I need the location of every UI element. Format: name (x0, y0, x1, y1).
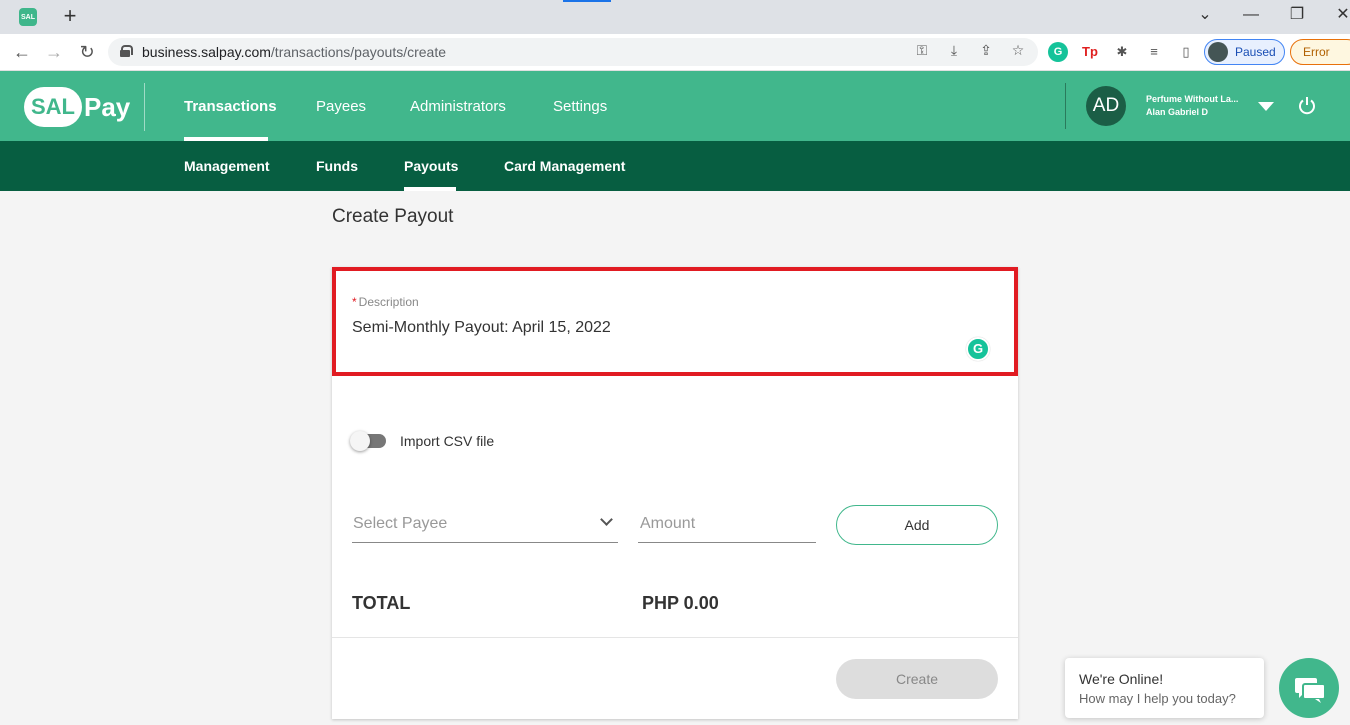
profile-button[interactable]: Paused (1204, 39, 1285, 65)
tab-search-icon[interactable]: ⌄ (1195, 6, 1215, 24)
header-divider-right (1065, 83, 1066, 129)
chat-greeting[interactable]: We're Online! How may I help you today? (1065, 658, 1264, 718)
close-window-button[interactable]: ✕ (1333, 6, 1350, 24)
lock-icon[interactable] (120, 45, 133, 57)
minimize-button[interactable]: — (1241, 6, 1261, 24)
share-icon[interactable]: ⇪ (976, 42, 996, 59)
payout-form-card: * Description Semi-Monthly Payout: April … (332, 267, 1018, 719)
profile-avatar (1208, 42, 1228, 62)
payee-select[interactable]: Select Payee (352, 503, 618, 543)
chat-launcher-button[interactable] (1279, 658, 1339, 718)
subnav-funds[interactable]: Funds (316, 158, 358, 174)
reload-icon[interactable]: ↻ (76, 42, 98, 62)
subnav-payouts[interactable]: Payouts (404, 158, 458, 174)
sidepanel-icon[interactable]: ▯ (1176, 42, 1196, 62)
media-icon[interactable]: ≡ (1144, 42, 1164, 62)
tab-loading-indicator (563, 0, 611, 2)
create-button[interactable]: Create (836, 659, 998, 699)
nav-settings[interactable]: Settings (553, 98, 607, 115)
description-label: * Description (352, 295, 419, 309)
new-tab-button[interactable]: + (60, 4, 80, 28)
key-icon[interactable]: ⚿ (912, 42, 932, 59)
grammarly-icon[interactable]: G (1048, 42, 1068, 62)
toggle-knob[interactable] (350, 431, 370, 451)
header-divider (144, 83, 145, 131)
nav-transactions[interactable]: Transactions (184, 98, 277, 115)
caret-down-icon[interactable] (1258, 102, 1274, 111)
extensions-icon[interactable]: ✱ (1112, 42, 1132, 62)
nav-administrators[interactable]: Administrators (410, 98, 506, 115)
address-bar[interactable]: business.salpay.com/transactions/payouts… (108, 38, 1038, 66)
add-button[interactable]: Add (836, 505, 998, 545)
chat-icon (1295, 678, 1326, 703)
description-input[interactable]: Semi-Monthly Payout: April 15, 2022 (352, 319, 611, 337)
chat-subtitle: How may I help you today? (1079, 691, 1236, 706)
subnav-active-indicator (404, 187, 456, 191)
account-business-name[interactable]: Perfume Without La... (1146, 94, 1238, 104)
star-icon[interactable]: ☆ (1008, 42, 1028, 59)
import-csv-toggle[interactable] (350, 431, 386, 451)
browser-tabbar: SAL + ⌄ — ❐ ✕ (0, 0, 1350, 34)
tp-extension-icon[interactable]: Tp (1080, 42, 1100, 62)
restore-button[interactable]: ❐ (1287, 6, 1307, 24)
url-text[interactable]: business.salpay.com/transactions/payouts… (142, 44, 446, 60)
nav-payees[interactable]: Payees (316, 98, 366, 115)
back-icon[interactable]: ← (11, 42, 33, 62)
error-button[interactable]: Error (1290, 39, 1350, 65)
subnav-card-management[interactable]: Card Management (504, 158, 625, 174)
salpay-logo[interactable]: SAL Pay (24, 87, 130, 127)
browser-toolbar: ← → ↻ business.salpay.com/transactions/p… (0, 34, 1350, 71)
app-header: SAL Pay Transactions Payees Administrato… (0, 71, 1350, 141)
subnav-management[interactable]: Management (184, 158, 270, 174)
page-title: Create Payout (332, 206, 454, 227)
description-field[interactable]: * Description Semi-Monthly Payout: April … (332, 267, 1018, 376)
total-value: PHP 0.00 (642, 593, 719, 613)
card-divider (332, 637, 1018, 638)
import-csv-label: Import CSV file (400, 433, 495, 449)
download-icon[interactable]: ⤓ (944, 42, 964, 59)
avatar[interactable]: AD (1086, 86, 1126, 126)
chevron-down-icon[interactable] (600, 513, 613, 526)
sub-nav: Management Funds Payouts Card Management (0, 141, 1350, 191)
chat-title: We're Online! (1079, 671, 1164, 687)
account-user-name[interactable]: Alan Gabriel D (1146, 107, 1208, 117)
power-icon[interactable] (1297, 96, 1317, 116)
total-label: TOTAL (352, 593, 411, 613)
forward-icon[interactable]: → (43, 42, 65, 62)
amount-input[interactable]: Amount (638, 503, 816, 543)
grammarly-icon[interactable]: G (966, 337, 990, 361)
tab-favicon-icon[interactable]: SAL (19, 8, 37, 26)
